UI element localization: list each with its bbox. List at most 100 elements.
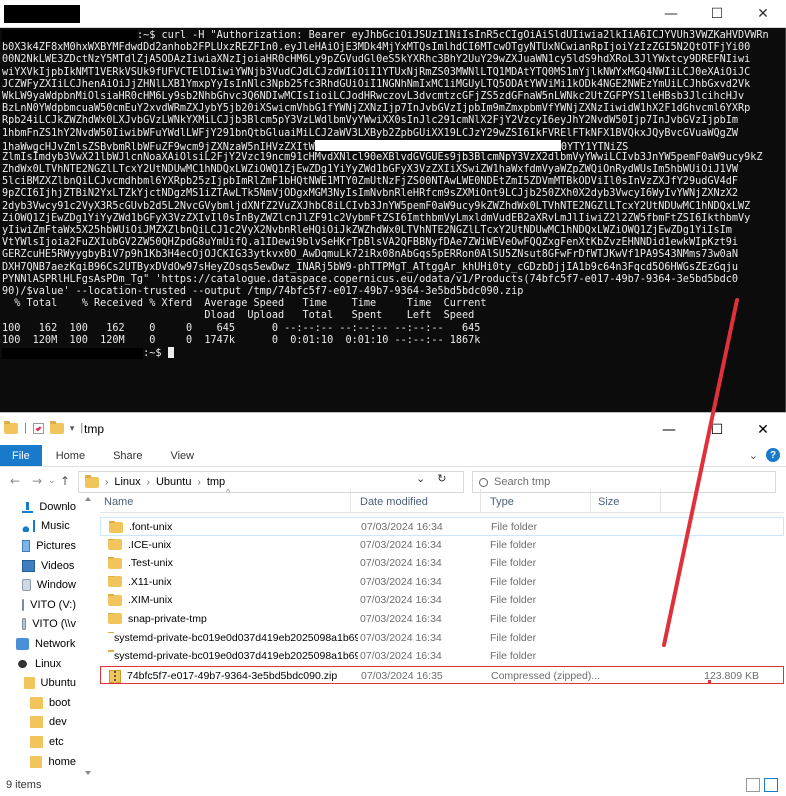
terminal-text: Dload Upload Total Spent Left Speed [2, 310, 475, 322]
table-row[interactable]: .ICE-unix 07/03/2024 16:34 File folder [100, 536, 784, 555]
terminal-text: ZhdWx0LTVhNTE2NGZlLTcxY2UtNDUwMC1hNDQxLW… [2, 164, 739, 176]
recent-locations-icon[interactable]: ⌄ [48, 476, 56, 486]
explorer-titlebar[interactable]: | ▾ | tmp — ☐ ✕ [0, 413, 786, 445]
terminal-text: b0X3k4ZF8xM0hxWXBYMFdwdDd2anhob2FPLUxzRE… [2, 42, 751, 54]
nav-item-label: dev [49, 716, 67, 729]
nav-item-label: VITO (\\v [32, 618, 76, 631]
nav-item-ubuntu[interactable]: Ubuntu [0, 673, 76, 693]
column-type[interactable]: Type [490, 496, 514, 508]
nav-item-videos[interactable]: Videos [0, 556, 76, 576]
nav-item-linux[interactable]: Linux [0, 654, 76, 674]
customize-qat-icon[interactable]: ▾ [70, 423, 75, 434]
column-header: Name ^ Date modified Type Size [100, 487, 784, 513]
maximize-icon[interactable]: ☐ [694, 0, 740, 28]
address-dropdown-icon[interactable]: ⌄ [416, 472, 425, 485]
terminal-line: BzLnN0YWdpbmcuaW50cmEuY2xvdWRmZXJybY5jb2… [2, 103, 786, 115]
file-date: 07/03/2024 16:34 [361, 521, 443, 533]
tab-file[interactable]: File [0, 445, 42, 466]
table-row[interactable]: .XIM-unix 07/03/2024 16:34 File folder [100, 591, 784, 610]
terminal-line: GERZcuHE5RWyygbyBiV7p9h1Kb3H4ecOjOJCKIG3… [2, 249, 786, 261]
terminal-line: ZlmIsImdyb3VwX21lbWJlcnNoaXAiOlsiL2FjY2V… [2, 152, 786, 164]
close-icon[interactable]: ✕ [740, 0, 786, 28]
file-date: 07/03/2024 16:34 [360, 612, 442, 625]
terminal-text: 1hbmFnZS1hY2NvdW50IiwibWFuYWdlLWFjY291bn… [2, 127, 739, 139]
file-name: 74bfc5f7-e017-49b7-9364-3e5bd5bdc090.zip [127, 670, 338, 683]
terminal-text: DXH7QNB7aezKqiB96Cs2UTByxDVdOw97sHeyZOsq… [2, 261, 739, 273]
file-date: 07/03/2024 16:34 [360, 538, 442, 551]
table-row[interactable]: snap-private-tmp 07/03/2024 16:34 File fol… [100, 610, 784, 629]
file-type: File folder [490, 557, 537, 570]
terminal-text: 2dyb3Vwcy91c2VyX3R5cGUvb2d5L2NvcGVybmljd… [2, 200, 751, 212]
tab-view[interactable]: View [156, 445, 208, 466]
table-row[interactable]: .X11-unix 07/03/2024 16:34 File folder [100, 573, 784, 592]
column-name[interactable]: Name [104, 496, 133, 508]
nav-item-boot[interactable]: boot [0, 693, 76, 713]
nav-item-etc[interactable]: etc [0, 732, 76, 752]
refresh-icon[interactable]: ↻ [437, 472, 446, 485]
terminal-line: :~$ curl -H "Authorization: Bearer eyJhb… [2, 30, 786, 43]
forward-arrow-icon[interactable]: → [32, 474, 42, 488]
minimize-icon[interactable]: — [646, 415, 692, 445]
nav-item-vito-v[interactable]: VITO (V:) [0, 595, 76, 615]
folder-icon [4, 420, 18, 434]
close-icon[interactable]: ✕ [740, 415, 786, 445]
nav-item-home[interactable]: home [0, 752, 76, 772]
terminal-line: 9pZCI6IjhjZTBiN2YxLTZkYjctNDgzMS1iZTAwLT… [2, 188, 786, 200]
terminal-text: :~$ [143, 347, 168, 359]
table-row[interactable]: .Test-unix 07/03/2024 16:34 File folder [100, 554, 784, 573]
terminal-text: % Total % Received % Xferd Average Speed… [2, 298, 487, 310]
folder-icon [85, 474, 99, 488]
nav-item-music[interactable]: Music [0, 517, 76, 537]
status-item-count: 9 items [6, 779, 42, 791]
tab-share[interactable]: Share [99, 445, 156, 466]
folder-icon [108, 612, 122, 625]
highlighted-zip-row[interactable]: 74bfc5f7-e017-49b7-9364-3e5bd5bdc090.zip… [100, 665, 784, 685]
network-drive-icon [22, 618, 27, 631]
help-icon[interactable]: ? [766, 448, 780, 462]
folder-icon [30, 696, 43, 709]
nav-item-vito-v[interactable]: VITO (\\v [0, 615, 76, 635]
search-placeholder: Search tmp [494, 476, 551, 488]
terminal-text: wiYXVkIjpbIkNMT1VERkVSUk9fUFVCTElDIiwiYW… [2, 66, 751, 78]
breadcrumb-linux[interactable]: Linux [114, 476, 140, 488]
large-icons-view-icon[interactable] [764, 778, 778, 792]
terminal-line: b0X3k4ZF8xM0hxWXBYMFdwdDd2anhob2FPLUxzRE… [2, 42, 786, 54]
tab-home[interactable]: Home [42, 445, 99, 466]
folder-icon [108, 557, 122, 569]
minimize-icon[interactable]: — [648, 0, 694, 28]
navigation-pane: Downlo Music Pictures Videos Window VITO (V:)… [0, 497, 76, 777]
folder-icon [30, 735, 43, 748]
maximize-icon[interactable]: ☐ [694, 415, 740, 445]
breadcrumb-tmp[interactable]: tmp [207, 476, 225, 488]
folder-icon [108, 594, 122, 606]
back-arrow-icon[interactable]: ← [10, 474, 20, 488]
properties-icon[interactable] [32, 422, 44, 434]
new-folder-icon[interactable] [49, 420, 64, 434]
column-size[interactable]: Size [598, 496, 619, 508]
nav-scrollbar[interactable] [84, 497, 92, 777]
table-row[interactable]: systemd-private-bc019e0d037d419eb2025098… [100, 629, 784, 648]
table-row[interactable]: systemd-private-bc019e0d037d419eb2025098… [100, 647, 784, 666]
breadcrumb-ubuntu[interactable]: Ubuntu [156, 476, 191, 488]
search-icon [479, 477, 488, 487]
expand-ribbon-icon[interactable]: ⌄ [749, 449, 758, 462]
nav-item-network[interactable]: Network [0, 634, 76, 654]
folder-icon [30, 755, 43, 768]
table-row[interactable]: .font-unix 07/03/2024 16:34 File folder [100, 517, 784, 536]
terminal-output[interactable]: :~$ curl -H "Authorization: Bearer eyJhb… [0, 30, 786, 410]
nav-item-pictures[interactable]: Pictures [0, 536, 76, 556]
column-date[interactable]: Date modified [360, 496, 428, 508]
redacted-title [4, 5, 80, 23]
terminal-titlebar[interactable]: — ☐ ✕ [0, 0, 786, 28]
up-arrow-icon[interactable]: ↑ [60, 474, 70, 488]
file-date: 07/03/2024 16:35 [361, 669, 443, 682]
terminal-line: 100 162 100 162 0 0 645 0 --:--:-- --:--… [2, 323, 786, 335]
file-name: systemd-private-bc019e0d037d419eb2025098… [114, 650, 358, 663]
nav-item-window[interactable]: Window [0, 575, 76, 595]
nav-item-dev[interactable]: dev [0, 713, 76, 733]
file-name: .Test-unix [128, 557, 173, 570]
nav-item-label: Downlo [39, 500, 76, 513]
nav-item-downlo[interactable]: Downlo [0, 497, 76, 517]
file-date: 07/03/2024 16:34 [360, 650, 442, 663]
details-view-icon[interactable] [746, 778, 760, 792]
